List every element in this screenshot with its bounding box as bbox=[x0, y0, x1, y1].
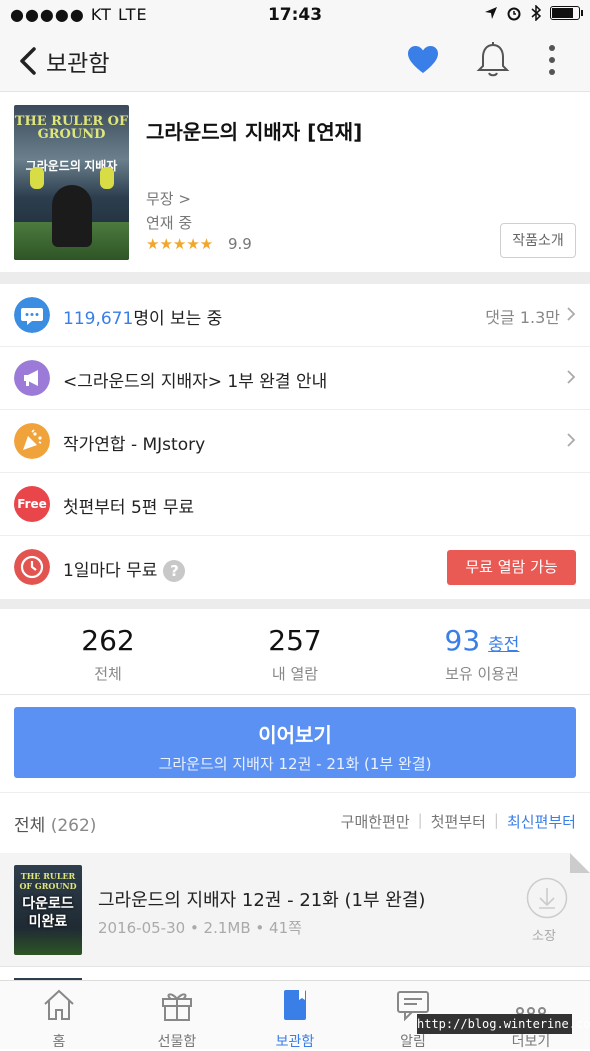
nav-bar: 보관함 bbox=[0, 30, 590, 92]
tab-library-label: 보관함 bbox=[275, 1034, 315, 1050]
viewers-count: 119,671 bbox=[63, 309, 134, 329]
publisher-row[interactable]: 작가연합 - MJstory bbox=[0, 410, 590, 473]
home-icon bbox=[44, 989, 74, 1020]
stat-total-label: 전체 bbox=[94, 665, 122, 683]
free-episodes-text: 첫편부터 5편 무료 bbox=[63, 498, 195, 518]
corner-fold bbox=[570, 853, 590, 873]
divider bbox=[0, 694, 590, 695]
bluetooth-icon bbox=[531, 5, 542, 21]
cover-figure bbox=[52, 185, 92, 247]
publisher-text: 작가연합 - MJstory bbox=[63, 435, 206, 455]
book-cover[interactable]: THE RULER OF GROUND 그라운드의 지배자 bbox=[14, 105, 129, 260]
tab-gift-label: 선물함 bbox=[157, 1034, 197, 1050]
party-popper-icon bbox=[14, 423, 50, 459]
daily-free-label: 1일마다 무료 bbox=[63, 561, 158, 581]
rating-score: 9.9 bbox=[228, 235, 252, 253]
back-arrow-icon[interactable] bbox=[14, 44, 48, 78]
list-total-count: (262) bbox=[50, 816, 97, 836]
download-status: 다운로드미완료 bbox=[14, 895, 82, 931]
list-total: 전체 (262) bbox=[14, 811, 96, 836]
tab-gift[interactable]: 선물함 bbox=[118, 981, 236, 1050]
author-link[interactable]: 무장 > bbox=[146, 188, 191, 209]
own-label: 소장 bbox=[532, 929, 556, 944]
tab-home-label: 홈 bbox=[52, 1034, 66, 1050]
alarm-icon bbox=[507, 7, 521, 21]
continue-sub: 그라운드의 지배자 12권 - 21화 (1부 완결) bbox=[158, 755, 432, 773]
more-vertical-icon[interactable] bbox=[540, 42, 564, 78]
charge-link[interactable]: 충전 bbox=[488, 635, 519, 655]
filter-first[interactable]: 첫편부터 bbox=[431, 811, 486, 832]
gift-icon bbox=[162, 993, 192, 1021]
tab-library[interactable]: 보관함 bbox=[236, 981, 354, 1050]
filter-purchased[interactable]: 구매한편만 bbox=[341, 811, 410, 832]
tab-more-label: 더보기 bbox=[511, 1034, 551, 1050]
stat-tickets-line: 93 충전 bbox=[384, 624, 580, 657]
stat-total-value: 262 bbox=[81, 624, 135, 657]
list-total-label: 전체 bbox=[14, 816, 46, 836]
thumb-title: THE RULER OF GROUND bbox=[19, 871, 77, 891]
sort-filters: 구매한편만 | 첫편부터 | 최신편부터 bbox=[341, 811, 576, 832]
clock-icon bbox=[14, 549, 50, 585]
chevron-right-icon bbox=[567, 307, 576, 321]
heart-icon[interactable] bbox=[406, 44, 440, 76]
list-item[interactable]: THE RULER OF GROUND 다운로드미완료 그라운드의 지배자 12… bbox=[0, 853, 590, 967]
divider bbox=[0, 792, 590, 793]
nav-title: 보관함 bbox=[46, 51, 110, 77]
stat-read: 257 내 열람 bbox=[197, 624, 393, 684]
episode-thumbnail: THE RULER OF GROUND 다운로드미완료 bbox=[14, 865, 82, 955]
rating-stars: ★★★★★ bbox=[146, 235, 214, 253]
intro-button[interactable]: 작품소개 bbox=[500, 223, 576, 258]
notice-text: <그라운드의 지배자> 1부 완결 안내 bbox=[63, 372, 328, 392]
cover-title: THE RULER OF GROUND bbox=[14, 114, 129, 142]
chevron-right-icon bbox=[567, 433, 576, 447]
continue-label: 이어보기 bbox=[258, 723, 332, 747]
status-bar: ●●●●● KT LTE 17:43 bbox=[0, 0, 590, 30]
free-open-button[interactable]: 무료 열람 가능 bbox=[447, 550, 576, 585]
chat-bubble-icon bbox=[14, 297, 50, 333]
notice-row[interactable]: <그라운드의 지배자> 1부 완결 안내 bbox=[0, 347, 590, 410]
battery-icon bbox=[550, 6, 583, 20]
watermark: http://blog.winterine.com bbox=[417, 1014, 590, 1034]
tab-home[interactable]: 홈 bbox=[0, 981, 118, 1050]
stat-total: 262 전체 bbox=[10, 624, 206, 684]
megaphone-icon bbox=[14, 360, 50, 396]
filter-latest[interactable]: 최신편부터 bbox=[507, 811, 576, 832]
book-header: THE RULER OF GROUND 그라운드의 지배자 그라운드의 지배자 … bbox=[0, 92, 590, 272]
stat-tickets-label: 보유 이용권 bbox=[445, 665, 519, 683]
viewers-row[interactable]: 119,671명이 보는 중 댓글 1.3만 bbox=[0, 284, 590, 347]
continue-reading-button[interactable]: 이어보기 그라운드의 지배자 12권 - 21화 (1부 완결) bbox=[14, 707, 576, 778]
episode-meta: 2016-05-30 • 2.1MB • 41쪽 bbox=[98, 919, 302, 937]
bell-icon[interactable] bbox=[476, 42, 510, 78]
book-title: 그라운드의 지배자 [연재] bbox=[146, 120, 363, 144]
section-divider bbox=[0, 599, 590, 609]
stat-tickets: 93 충전 보유 이용권 bbox=[384, 624, 580, 684]
download-status-line1: 다운로드 bbox=[22, 896, 74, 912]
viewers-suffix: 명이 보는 중 bbox=[133, 309, 223, 329]
stat-tickets-value: 93 bbox=[444, 624, 481, 657]
viewers-text: 119,671명이 보는 중 bbox=[63, 304, 222, 329]
cover-glove-left bbox=[30, 167, 44, 189]
tab-notification-label: 알림 bbox=[400, 1034, 426, 1050]
serial-state: 연재 중 bbox=[146, 214, 193, 232]
stat-read-value: 257 bbox=[268, 624, 322, 657]
cover-glove-right bbox=[100, 167, 114, 189]
free-episodes-row: Free 첫편부터 5편 무료 bbox=[0, 473, 590, 536]
section-divider bbox=[0, 272, 590, 284]
chevron-right-icon bbox=[567, 370, 576, 384]
episode-title: 그라운드의 지배자 12권 - 21화 (1부 완결) bbox=[98, 890, 426, 911]
daily-free-row: 1일마다 무료? 무료 열람 가능 bbox=[0, 536, 590, 599]
location-icon bbox=[485, 7, 497, 19]
download-status-line2: 미완료 bbox=[28, 914, 68, 930]
status-icons bbox=[484, 5, 583, 21]
stat-read-label: 내 열람 bbox=[271, 665, 319, 683]
filter-separator: | bbox=[493, 811, 499, 829]
free-badge-icon: Free bbox=[14, 486, 50, 522]
help-icon[interactable]: ? bbox=[163, 560, 186, 582]
daily-free-text: 1일마다 무료? bbox=[63, 556, 186, 582]
filter-separator: | bbox=[417, 811, 423, 829]
comments-count: 댓글 1.3만 bbox=[485, 308, 560, 327]
download-icon[interactable] bbox=[526, 877, 568, 919]
library-icon bbox=[284, 990, 306, 1020]
